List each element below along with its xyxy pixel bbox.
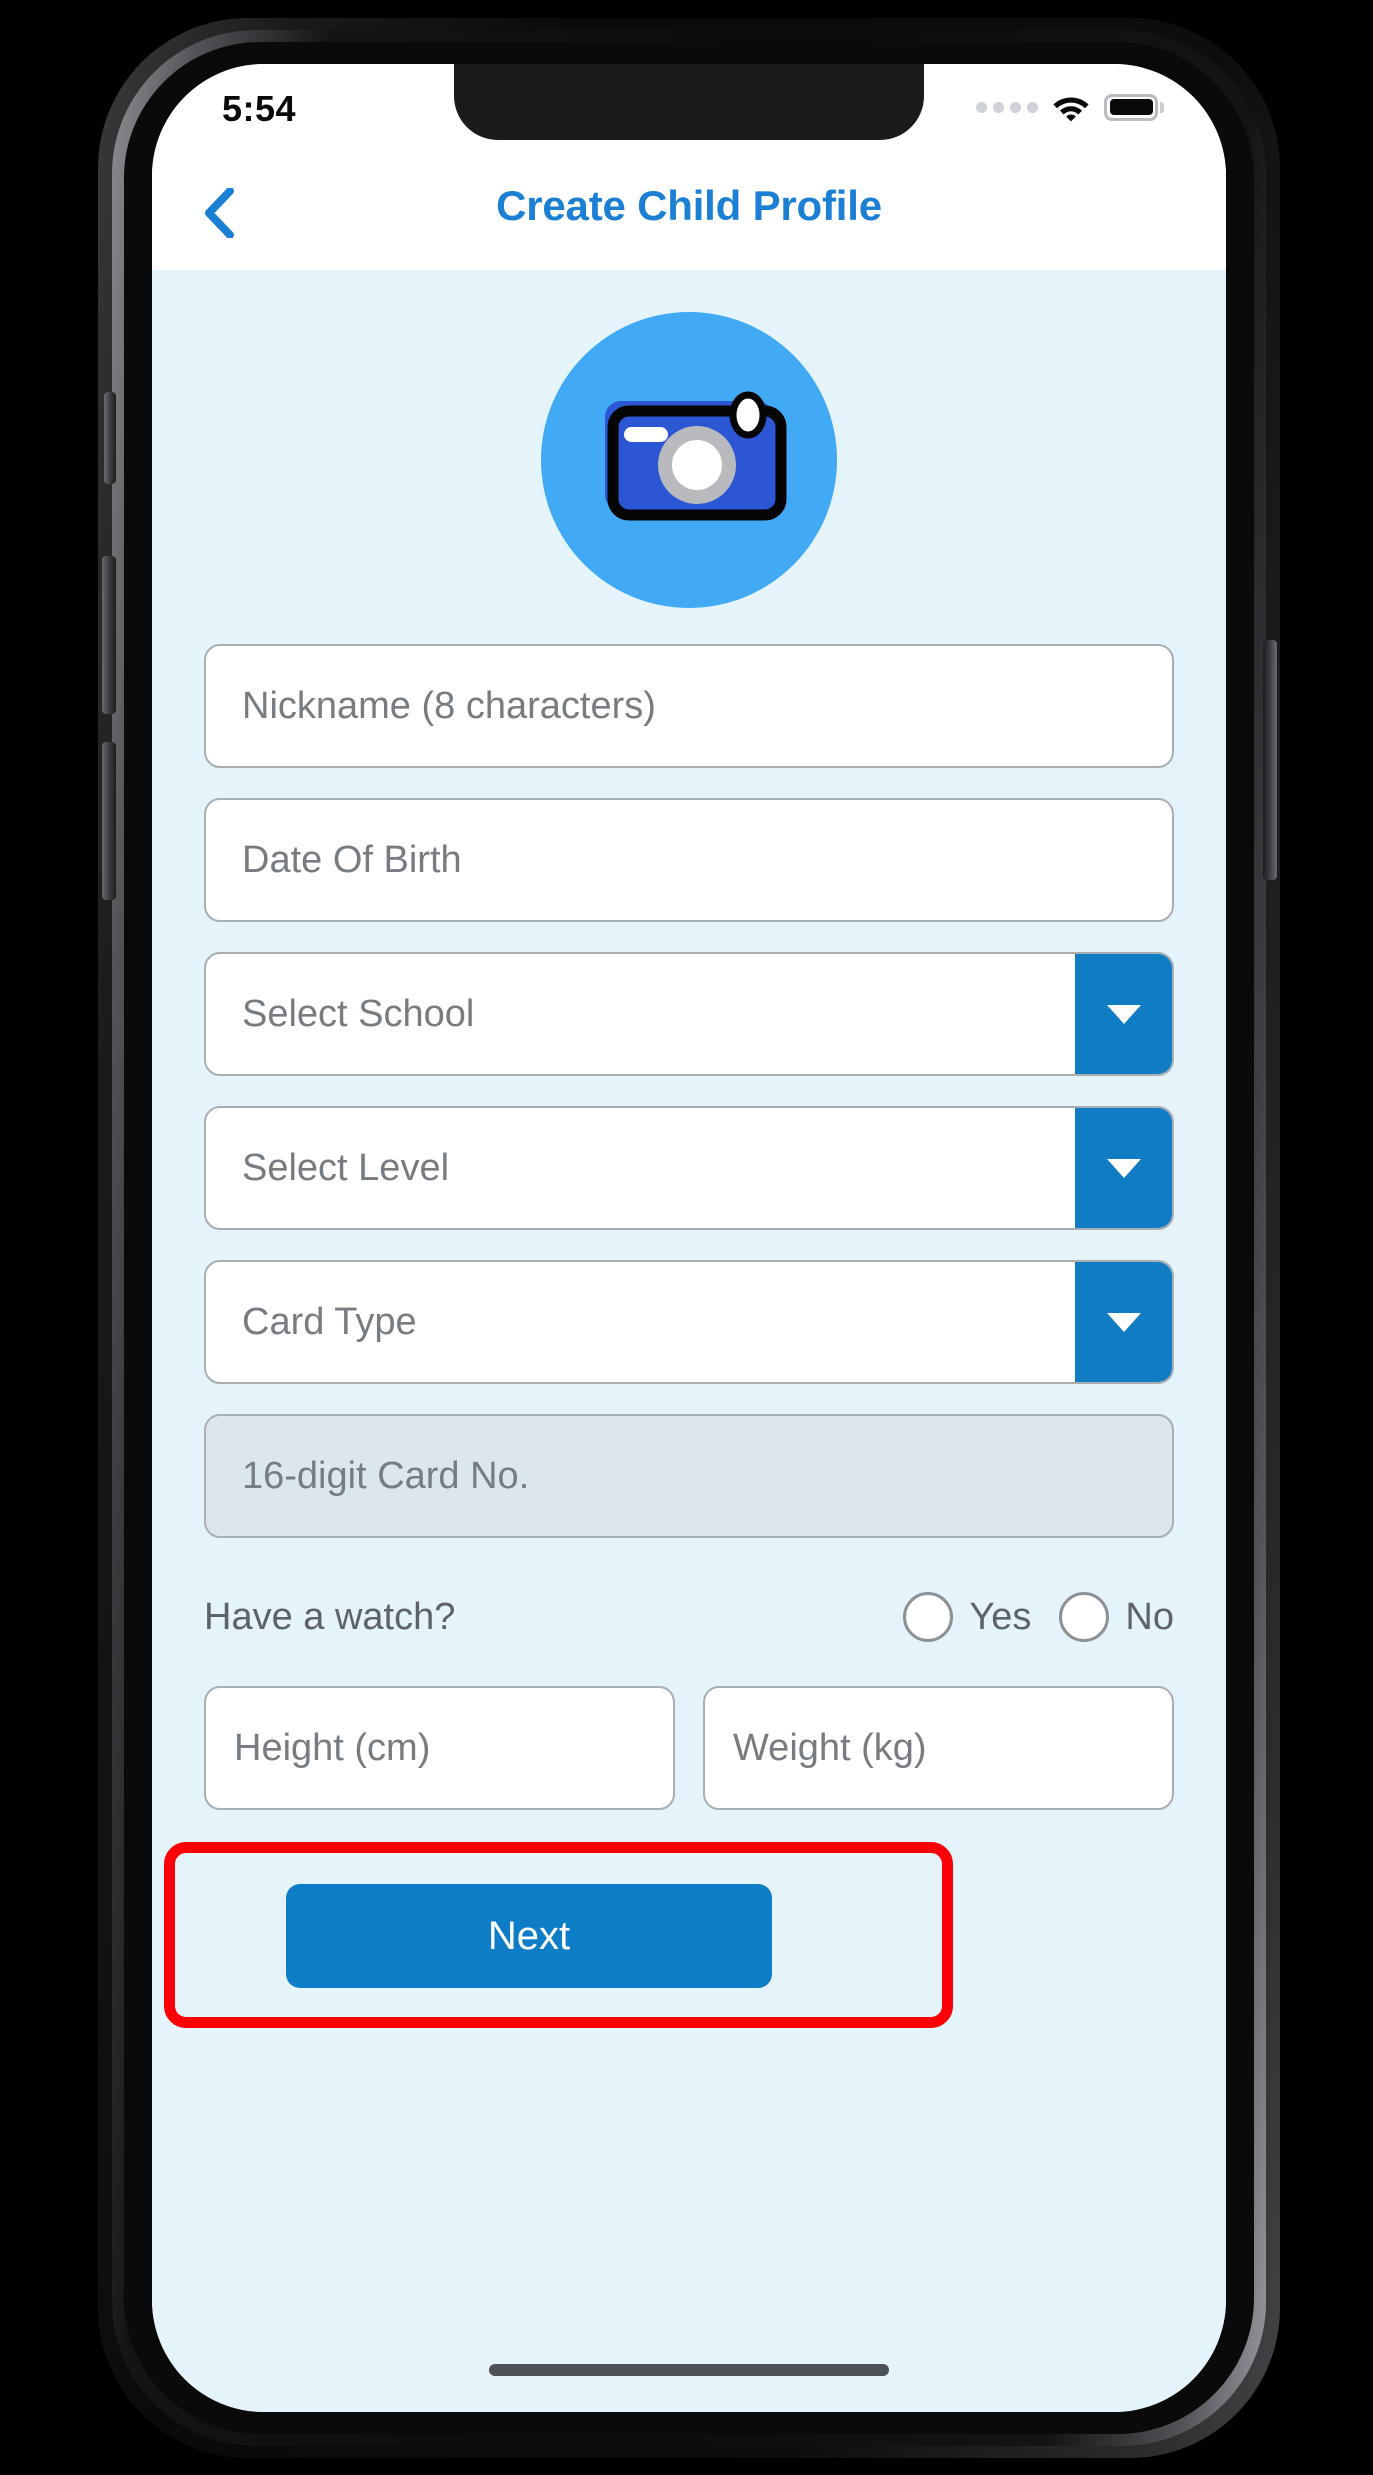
card-number-placeholder: 16-digit Card No. <box>242 1454 530 1497</box>
select-level-field[interactable]: Select Level <box>204 1106 1174 1230</box>
card-type-field[interactable]: Card Type <box>204 1260 1174 1384</box>
screenshot-root: 5:54 Create Child Profile Nickname (8 ch… <box>0 0 1373 2475</box>
height-placeholder: Height (cm) <box>234 1726 431 1769</box>
watch-radio-no-label: No <box>1125 1595 1174 1638</box>
select-level-placeholder: Select Level <box>242 1146 450 1189</box>
watch-question-label: Have a watch? <box>204 1595 456 1638</box>
nickname-placeholder: Nickname (8 characters) <box>242 684 656 727</box>
watch-radio-group: Yes No <box>903 1592 1174 1642</box>
next-button-zone: Next <box>164 1842 1174 2032</box>
profile-photo-picker[interactable] <box>541 312 837 608</box>
date-of-birth-field[interactable]: Date Of Birth <box>204 798 1174 922</box>
volume-down-button[interactable] <box>102 742 116 900</box>
page-title: Create Child Profile <box>496 182 882 229</box>
device-notch <box>454 64 924 140</box>
select-school-field[interactable]: Select School <box>204 952 1174 1076</box>
form-content: Nickname (8 characters) Date Of Birth Se… <box>152 270 1226 2412</box>
chevron-down-icon <box>1107 1312 1141 1332</box>
status-time: 5:54 <box>222 88 297 129</box>
avatar-section <box>204 312 1174 608</box>
radio-circle-icon <box>1059 1592 1110 1642</box>
watch-radio-yes[interactable]: Yes <box>903 1592 1031 1642</box>
power-button[interactable] <box>1263 640 1277 880</box>
select-school-dropdown-button[interactable] <box>1075 954 1172 1074</box>
weight-field[interactable]: Weight (kg) <box>703 1686 1174 1810</box>
radio-circle-icon <box>903 1592 954 1642</box>
watch-question-row: Have a watch? Yes No <box>204 1578 1174 1656</box>
volume-up-button[interactable] <box>102 556 116 714</box>
nickname-field[interactable]: Nickname (8 characters) <box>204 644 1174 768</box>
status-icons <box>976 92 1164 122</box>
watch-radio-yes-label: Yes <box>969 1595 1032 1638</box>
navigation-bar: Create Child Profile <box>152 156 1226 270</box>
card-number-field: 16-digit Card No. <box>204 1414 1174 1538</box>
wifi-icon <box>1053 97 1089 122</box>
silent-switch-button[interactable] <box>104 392 116 484</box>
battery-full-icon <box>1104 93 1164 121</box>
signal-dots-icon <box>976 101 1038 113</box>
select-level-dropdown-button[interactable] <box>1075 1108 1172 1228</box>
watch-radio-no[interactable]: No <box>1059 1592 1174 1642</box>
height-field[interactable]: Height (cm) <box>204 1686 675 1810</box>
next-button-label: Next <box>487 1913 571 1958</box>
date-of-birth-placeholder: Date Of Birth <box>242 838 462 881</box>
chevron-down-icon <box>1107 1158 1141 1178</box>
camera-icon <box>605 391 787 520</box>
select-school-placeholder: Select School <box>242 992 475 1035</box>
weight-placeholder: Weight (kg) <box>733 1726 927 1769</box>
home-indicator[interactable] <box>489 2364 889 2376</box>
measurements-row: Height (cm) Weight (kg) <box>204 1686 1174 1810</box>
next-button[interactable]: Next <box>286 1884 772 1988</box>
card-type-placeholder: Card Type <box>242 1300 417 1343</box>
phone-screen: 5:54 Create Child Profile Nickname (8 ch… <box>152 64 1226 2412</box>
card-type-dropdown-button[interactable] <box>1075 1262 1172 1382</box>
chevron-down-icon <box>1107 1004 1141 1024</box>
